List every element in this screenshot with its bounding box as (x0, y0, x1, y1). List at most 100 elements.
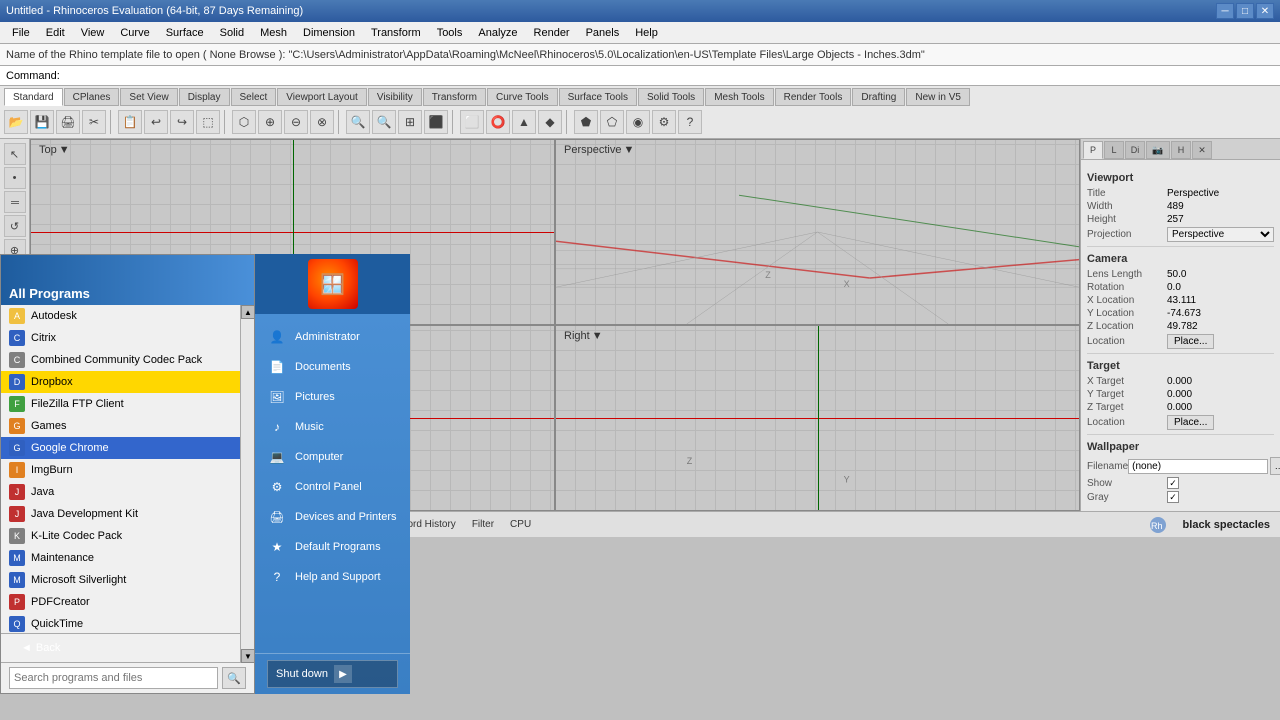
toolbar-tab-curve-tools[interactable]: Curve Tools (487, 88, 558, 106)
scroll-down-button[interactable]: ▼ (241, 649, 255, 663)
program-item-citrix[interactable]: CCitrix (1, 327, 254, 349)
toolbar-tab-mesh-tools[interactable]: Mesh Tools (705, 88, 773, 106)
toolbar-tab-surface-tools[interactable]: Surface Tools (559, 88, 637, 106)
toolbar-icon-12[interactable]: 🔍 (346, 110, 370, 134)
menu-item-file[interactable]: File (4, 25, 38, 41)
rp-tab-display[interactable]: Di (1125, 141, 1145, 159)
right-menu-item-computer[interactable]: 💻Computer (255, 442, 410, 472)
toolbar-icon-16[interactable]: ⬜ (460, 110, 484, 134)
menu-item-dimension[interactable]: Dimension (295, 25, 363, 41)
toolbar-icon-5[interactable]: ↩ (144, 110, 168, 134)
toolbar-icon-14[interactable]: ⊞ (398, 110, 422, 134)
toolbar-tab-set-view[interactable]: Set View (120, 88, 177, 106)
rp-tab-layers[interactable]: L (1104, 141, 1124, 159)
select-tool-icon[interactable]: ↖ (4, 143, 26, 165)
toolbar-icon-13[interactable]: 🔍 (372, 110, 396, 134)
program-item-imgburn[interactable]: IImgBurn (1, 459, 254, 481)
right-menu-item-help-and-support[interactable]: ?Help and Support (255, 562, 410, 592)
program-item-maintenance[interactable]: MMaintenance (1, 547, 254, 569)
toolbar-icon-2[interactable]: 🖨 (56, 110, 80, 134)
menu-item-mesh[interactable]: Mesh (252, 25, 295, 41)
toolbar-icon-19[interactable]: ◆ (538, 110, 562, 134)
right-menu-item-administrator[interactable]: 👤Administrator (255, 322, 410, 352)
menu-item-render[interactable]: Render (526, 25, 578, 41)
minimize-button[interactable]: ─ (1216, 3, 1234, 19)
program-item-google-chrome[interactable]: GGoogle Chrome (1, 437, 254, 459)
status-item-cpu[interactable]: CPU (503, 516, 538, 533)
command-input[interactable] (64, 70, 1274, 82)
toolbar-icon-11[interactable]: ⊗ (310, 110, 334, 134)
wallpaper-browse-button[interactable]: … (1270, 457, 1280, 475)
toolbar-icon-7[interactable]: ⬚ (196, 110, 220, 134)
menu-item-solid[interactable]: Solid (212, 25, 252, 41)
maximize-button[interactable]: □ (1236, 3, 1254, 19)
program-item-dropbox[interactable]: DDropbox (1, 371, 254, 393)
program-item-autodesk[interactable]: AAutodesk (1, 305, 254, 327)
toolbar-icon-6[interactable]: ↪ (170, 110, 194, 134)
target-place-button[interactable]: Place... (1167, 415, 1214, 430)
menu-item-tools[interactable]: Tools (429, 25, 471, 41)
camera-place-button[interactable]: Place... (1167, 334, 1214, 349)
toolbar-tab-render-tools[interactable]: Render Tools (775, 88, 852, 106)
toolbar-icon-8[interactable]: ⬡ (232, 110, 256, 134)
menu-item-edit[interactable]: Edit (38, 25, 73, 41)
toolbar-tab-drafting[interactable]: Drafting (852, 88, 905, 106)
rp-tab-properties[interactable]: P (1083, 141, 1103, 159)
menu-item-curve[interactable]: Curve (112, 25, 157, 41)
toolbar-tab-viewport-layout[interactable]: Viewport Layout (277, 88, 367, 106)
program-item-filezilla-ftp-client[interactable]: FFileZilla FTP Client (1, 393, 254, 415)
wallpaper-gray-checkbox[interactable] (1167, 491, 1179, 503)
menu-item-view[interactable]: View (73, 25, 113, 41)
shutdown-button[interactable]: Shut down ▶ (267, 660, 398, 688)
toolbar-icon-22[interactable]: ◉ (626, 110, 650, 134)
toolbar-icon-9[interactable]: ⊕ (258, 110, 282, 134)
toolbar-tab-cplanes[interactable]: CPlanes (64, 88, 120, 106)
viewport-perspective-arrow[interactable]: ▼ (623, 144, 634, 156)
viewport-right-arrow[interactable]: ▼ (592, 330, 603, 342)
rotate-tool-icon[interactable]: ↺ (4, 215, 26, 237)
toolbar-icon-3[interactable]: ✂ (82, 110, 106, 134)
toolbar-icon-20[interactable]: ⬟ (574, 110, 598, 134)
program-item-java[interactable]: JJava (1, 481, 254, 503)
right-menu-item-documents[interactable]: 📄Documents (255, 352, 410, 382)
right-menu-item-devices-and-printers[interactable]: 🖨Devices and Printers (255, 502, 410, 532)
wallpaper-show-checkbox[interactable] (1167, 477, 1179, 489)
menu-item-transform[interactable]: Transform (363, 25, 429, 41)
toolbar-tab-visibility[interactable]: Visibility (368, 88, 422, 106)
move-tool-icon[interactable] (4, 191, 26, 213)
shutdown-arrow-button[interactable]: ▶ (334, 665, 352, 683)
program-item-microsoft-silverlight[interactable]: MMicrosoft Silverlight (1, 569, 254, 591)
menu-item-analyze[interactable]: Analyze (470, 25, 525, 41)
toolbar-icon-17[interactable]: ⭕ (486, 110, 510, 134)
toolbar-icon-24[interactable]: ? (678, 110, 702, 134)
toolbar-icon-18[interactable]: ▲ (512, 110, 536, 134)
prop-projection-select[interactable]: Perspective Parallel (1167, 227, 1274, 242)
program-item-combined-community-codec-pack[interactable]: CCombined Community Codec Pack (1, 349, 254, 371)
toolbar-icon-10[interactable]: ⊖ (284, 110, 308, 134)
viewport-right[interactable]: Z Y Right ▼ (555, 325, 1080, 511)
status-item-filter[interactable]: Filter (465, 516, 501, 533)
wallpaper-filename-input[interactable] (1128, 459, 1268, 474)
program-item-k-lite-codec-pack[interactable]: KK-Lite Codec Pack (1, 525, 254, 547)
menu-item-surface[interactable]: Surface (158, 25, 212, 41)
menu-item-panels[interactable]: Panels (578, 25, 628, 41)
toolbar-icon-23[interactable]: ⚙ (652, 110, 676, 134)
rp-tab-render[interactable]: 📷 (1146, 141, 1170, 159)
rp-tab-extra[interactable]: H (1171, 141, 1191, 159)
rp-tab-close[interactable]: ✕ (1192, 141, 1212, 159)
right-menu-item-control-panel[interactable]: ⚙Control Panel (255, 472, 410, 502)
point-tool-icon[interactable]: • (4, 167, 26, 189)
search-input[interactable] (9, 667, 218, 689)
right-menu-item-pictures[interactable]: 🖼Pictures (255, 382, 410, 412)
viewport-perspective[interactable]: Z X Perspective ▼ (555, 139, 1080, 325)
back-button[interactable]: ◄ Back (9, 638, 72, 658)
toolbar-icon-4[interactable]: 📋 (118, 110, 142, 134)
program-item-pdfcreator[interactable]: PPDFCreator (1, 591, 254, 613)
program-item-java-development-kit[interactable]: JJava Development Kit (1, 503, 254, 525)
toolbar-tab-solid-tools[interactable]: Solid Tools (638, 88, 704, 106)
toolbar-tab-standard[interactable]: Standard (4, 88, 63, 106)
toolbar-icon-0[interactable]: 📂 (4, 110, 28, 134)
scroll-up-button[interactable]: ▲ (241, 305, 255, 319)
close-button[interactable]: ✕ (1256, 3, 1274, 19)
program-item-quicktime[interactable]: QQuickTime (1, 613, 254, 633)
